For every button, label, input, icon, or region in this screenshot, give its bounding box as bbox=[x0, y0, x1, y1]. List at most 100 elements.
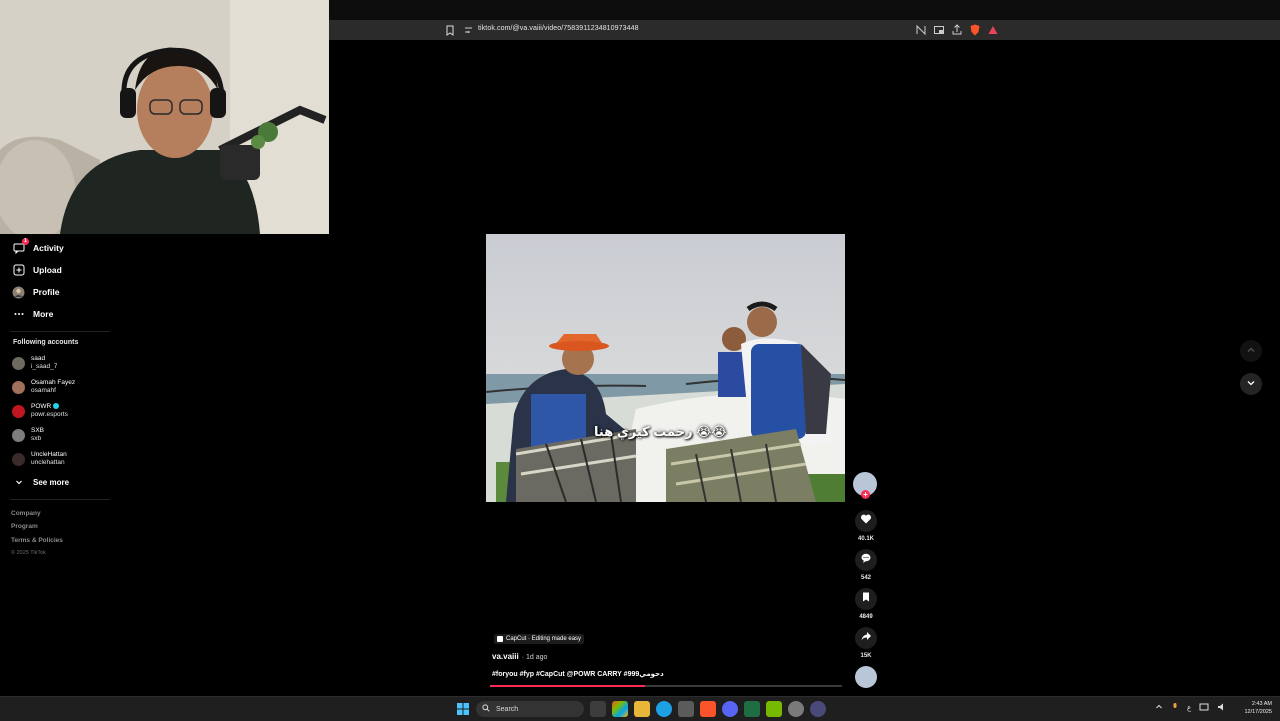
capcut-tag[interactable]: CapCut · Editing made easy bbox=[494, 634, 585, 644]
address-bar[interactable]: tiktok.com/@va.vaiii/video/7583911234810… bbox=[329, 20, 1280, 40]
discord-icon[interactable] bbox=[722, 701, 738, 717]
account-handle: i_saad_7 bbox=[31, 363, 58, 370]
task-view-icon[interactable] bbox=[590, 701, 606, 717]
share-icon[interactable] bbox=[950, 23, 964, 37]
share-button[interactable] bbox=[855, 627, 877, 649]
like-button[interactable] bbox=[855, 510, 877, 532]
copyright-text: © 2025 TikTok bbox=[11, 550, 46, 556]
microphone-icon[interactable] bbox=[1171, 702, 1179, 714]
taskbar-search[interactable]: Search bbox=[476, 701, 584, 717]
taskbar-clock[interactable]: 2:43 AM 12/17/2025 bbox=[1236, 700, 1272, 716]
following-accounts-title: Following accounts bbox=[13, 339, 79, 346]
sidebar-item-upload[interactable]: Upload bbox=[12, 261, 62, 279]
account-name: Osamah Fayez bbox=[31, 379, 76, 386]
account-handle: powr.esports bbox=[31, 411, 68, 418]
chevron-down-icon bbox=[12, 476, 25, 489]
bookmark-icon[interactable] bbox=[443, 23, 457, 37]
see-more-button[interactable]: See more bbox=[12, 473, 69, 491]
address-bar-actions bbox=[914, 23, 1000, 37]
video-author[interactable]: va.vaiii · 1d ago bbox=[492, 652, 547, 661]
follow-plus-icon[interactable]: + bbox=[861, 490, 870, 499]
volume-icon[interactable] bbox=[1217, 702, 1227, 714]
store-icon[interactable] bbox=[678, 701, 694, 717]
browser-title-strip bbox=[329, 0, 1280, 20]
video-description[interactable]: #foryou #fyp #CapCut @POWR CARRY #999دحو… bbox=[492, 670, 664, 678]
share-arrow-icon bbox=[860, 629, 872, 647]
activity-icon: 1 bbox=[12, 237, 29, 255]
video-caption-overlay: رحمت كيري هنا 😭😭 bbox=[594, 424, 727, 439]
avatar bbox=[12, 380, 25, 394]
windows-taskbar: Search ع 2:43 AM 12/17/2025 bbox=[0, 696, 1280, 721]
capcut-label: CapCut · Editing made easy bbox=[506, 636, 582, 642]
account-handle: unclehattan bbox=[31, 459, 65, 466]
account-handle: osamahf bbox=[31, 387, 56, 394]
brave-icon[interactable] bbox=[700, 701, 716, 717]
following-account-osamah[interactable]: Osamah Fayez osamahf bbox=[12, 379, 75, 395]
video-player[interactable]: رحمت كيري هنا 😭😭 bbox=[486, 234, 845, 502]
network-icon[interactable] bbox=[1199, 702, 1209, 714]
sidebar-divider bbox=[10, 331, 110, 332]
footer-link-terms[interactable]: Terms & Policies bbox=[11, 537, 63, 544]
system-tray: ع bbox=[1155, 702, 1227, 714]
avatar bbox=[12, 428, 25, 442]
account-name: saad bbox=[31, 355, 46, 362]
avatar bbox=[12, 452, 25, 466]
reader-off-icon[interactable] bbox=[914, 23, 928, 37]
nvidia-icon[interactable] bbox=[766, 701, 782, 717]
video-progress-fill bbox=[490, 685, 645, 687]
account-name: UncleHattan bbox=[31, 451, 67, 458]
tiktok-sidebar: 1 Activity Upload Profile More Following… bbox=[0, 234, 330, 696]
more-icon bbox=[12, 308, 25, 321]
input-language[interactable]: ع bbox=[1187, 704, 1191, 712]
account-name: POWR bbox=[31, 403, 52, 410]
avatar bbox=[12, 356, 25, 370]
sound-avatar[interactable] bbox=[855, 666, 877, 688]
sidebar-item-label: Upload bbox=[33, 265, 62, 275]
edge-icon[interactable] bbox=[656, 701, 672, 717]
save-button[interactable] bbox=[855, 588, 877, 610]
chevron-up-icon[interactable] bbox=[1155, 703, 1163, 713]
previous-video-button[interactable] bbox=[1240, 340, 1262, 362]
save-count: 4849 bbox=[859, 614, 873, 620]
activity-badge: 1 bbox=[22, 237, 29, 245]
next-video-button[interactable] bbox=[1240, 373, 1262, 395]
comment-count: 542 bbox=[860, 575, 871, 581]
app-icon[interactable] bbox=[810, 701, 826, 717]
profile-icon bbox=[12, 286, 25, 299]
video-progress-bar[interactable] bbox=[490, 685, 842, 687]
sidebar-item-profile[interactable]: Profile bbox=[12, 283, 59, 301]
sidebar-item-activity[interactable]: 1 Activity bbox=[12, 237, 64, 257]
clock-date: 12/17/2025 bbox=[1244, 709, 1272, 715]
webcam-overlay bbox=[0, 0, 329, 234]
file-explorer-icon[interactable] bbox=[634, 701, 650, 717]
url-text[interactable]: tiktok.com/@va.vaiii/video/7583911234810… bbox=[478, 25, 639, 32]
chevron-up-icon bbox=[1246, 342, 1256, 360]
verified-icon bbox=[53, 403, 60, 410]
following-account-sxb[interactable]: SXB sxb bbox=[12, 427, 44, 443]
sidebar-item-label: Activity bbox=[33, 243, 64, 253]
upload-icon bbox=[12, 264, 25, 277]
brave-shield-icon[interactable] bbox=[968, 23, 982, 37]
creator-avatar[interactable]: + bbox=[853, 472, 877, 499]
avatar bbox=[12, 404, 25, 418]
picture-in-picture-icon[interactable] bbox=[932, 23, 946, 37]
footer-link-program[interactable]: Program bbox=[11, 523, 38, 530]
following-account-unclehattan[interactable]: UncleHattan unclehattan bbox=[12, 451, 67, 467]
following-account-powr[interactable]: POWR powr.esports bbox=[12, 403, 68, 419]
copilot-icon[interactable] bbox=[612, 701, 628, 717]
windows-start-icon[interactable] bbox=[456, 702, 470, 716]
account-handle: sxb bbox=[31, 435, 42, 442]
following-account-saad[interactable]: saad i_saad_7 bbox=[12, 355, 57, 371]
see-more-label: See more bbox=[33, 477, 70, 487]
obs-icon[interactable] bbox=[788, 701, 804, 717]
comment-button[interactable] bbox=[855, 549, 877, 571]
author-name[interactable]: va.vaiii bbox=[492, 652, 519, 661]
footer-link-company[interactable]: Company bbox=[11, 510, 41, 517]
brave-rewards-icon[interactable] bbox=[986, 23, 1000, 37]
excel-icon[interactable] bbox=[744, 701, 760, 717]
taskbar-apps bbox=[590, 701, 826, 717]
site-info-icon[interactable] bbox=[462, 23, 476, 37]
sidebar-item-more[interactable]: More bbox=[12, 305, 53, 323]
sidebar-item-label: More bbox=[33, 309, 54, 319]
clock-time: 2:43 AM bbox=[1251, 701, 1272, 707]
